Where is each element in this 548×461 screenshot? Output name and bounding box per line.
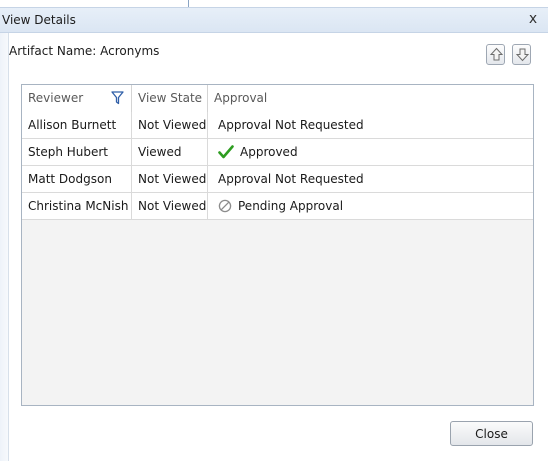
arrow-up-icon bbox=[489, 47, 504, 61]
reviewer-cell: Steph Hubert bbox=[22, 139, 132, 165]
arrow-down-icon bbox=[515, 48, 530, 62]
reviewer-cell: Christina McNish bbox=[22, 193, 132, 219]
approval-cell: Pending Approval bbox=[208, 193, 533, 219]
view-state-cell: Not Viewed bbox=[132, 112, 208, 138]
view-state-cell: Not Viewed bbox=[132, 193, 208, 219]
dialog-title: View Details bbox=[2, 13, 76, 27]
close-button[interactable]: Close bbox=[450, 421, 533, 446]
move-down-button[interactable] bbox=[512, 44, 531, 65]
column-header-view-state[interactable]: View State bbox=[132, 85, 208, 112]
left-edge-divider bbox=[8, 33, 9, 461]
filter-icon[interactable] bbox=[111, 91, 124, 105]
approval-label: Approval Not Requested bbox=[218, 118, 364, 132]
check-icon bbox=[218, 144, 234, 158]
move-up-button[interactable] bbox=[486, 44, 505, 65]
view-state-cell: Viewed bbox=[132, 139, 208, 165]
table-row[interactable]: Christina McNish Not Viewed Pending Appr… bbox=[22, 193, 533, 220]
close-icon[interactable]: x bbox=[526, 11, 540, 27]
reviewers-grid: Reviewer View State Approval Allison Bur… bbox=[21, 84, 534, 406]
artifact-name: Artifact Name: Acronyms bbox=[9, 44, 159, 58]
table-row[interactable]: Matt Dodgson Not Viewed Approval Not Req… bbox=[22, 166, 533, 193]
column-header-approval[interactable]: Approval bbox=[208, 85, 533, 112]
column-header-reviewer[interactable]: Reviewer bbox=[22, 85, 132, 112]
dialog-titlebar[interactable]: View Details x bbox=[0, 7, 548, 33]
artifact-name-value: Acronyms bbox=[100, 44, 160, 58]
approval-label: Pending Approval bbox=[238, 199, 344, 213]
artifact-name-label: Artifact Name: bbox=[9, 44, 101, 58]
approval-cell: Approval Not Requested bbox=[208, 166, 533, 192]
reviewer-cell: Matt Dodgson bbox=[22, 166, 132, 192]
column-header-reviewer-label: Reviewer bbox=[28, 91, 84, 105]
left-edge-panel bbox=[0, 33, 8, 461]
approval-label: Approval Not Requested bbox=[218, 172, 364, 186]
top-strip-divider bbox=[188, 0, 189, 7]
reviewer-cell: Allison Burnett bbox=[22, 112, 132, 138]
view-details-dialog: View Details x Artifact Name: Acronyms R… bbox=[0, 0, 548, 461]
grid-header: Reviewer View State Approval bbox=[22, 85, 533, 113]
approval-cell: Approved bbox=[208, 139, 533, 165]
table-row[interactable]: Steph Hubert Viewed Approved bbox=[22, 139, 533, 166]
view-state-cell: Not Viewed bbox=[132, 166, 208, 192]
pending-icon bbox=[218, 199, 232, 212]
table-row[interactable]: Allison Burnett Not Viewed Approval Not … bbox=[22, 112, 533, 139]
approval-cell: Approval Not Requested bbox=[208, 112, 533, 138]
approval-label: Approved bbox=[240, 145, 298, 159]
